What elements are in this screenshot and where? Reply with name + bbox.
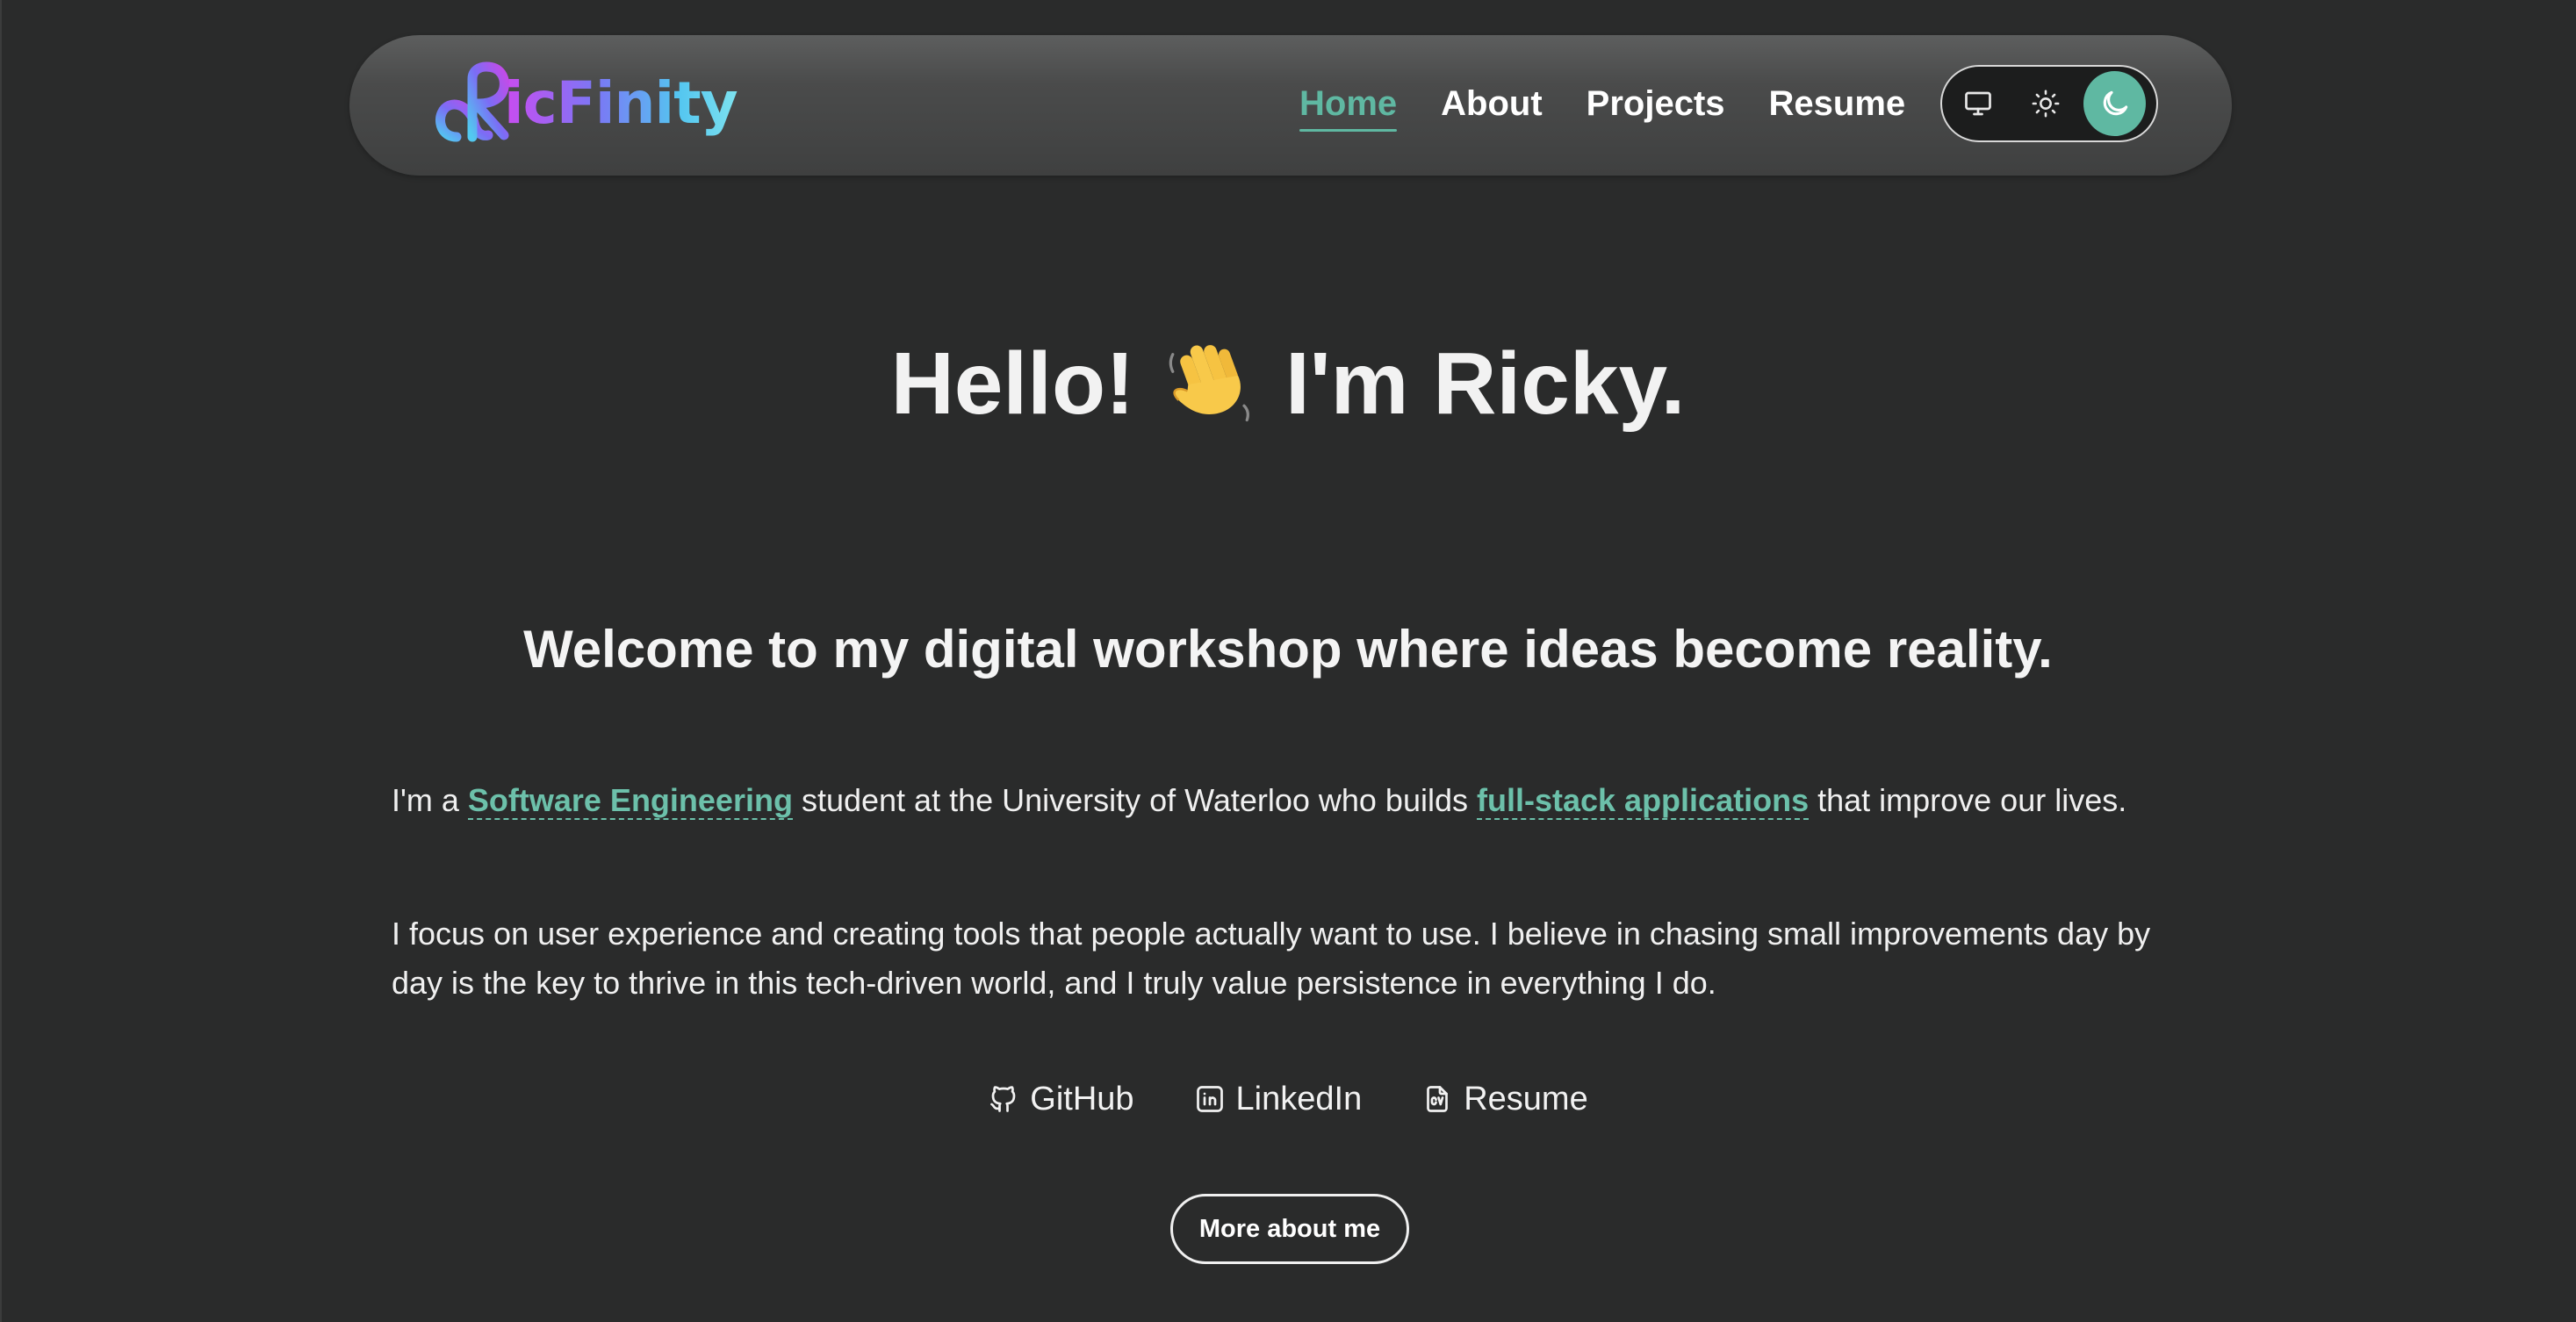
- hero-greeting: Hello!: [890, 334, 1135, 433]
- github-icon: [990, 1086, 1016, 1112]
- theme-dark-button[interactable]: [2083, 71, 2147, 136]
- linkedin-link[interactable]: LinkedIn: [1194, 1080, 1363, 1118]
- monitor-icon: [1965, 91, 1992, 116]
- cv-document-icon: [1427, 1086, 1449, 1112]
- intro-text: student at the University of Waterloo wh…: [792, 782, 1477, 818]
- brand-logo[interactable]: icFinity: [430, 61, 738, 146]
- nav-about[interactable]: About: [1441, 77, 1543, 130]
- software-engineering-link[interactable]: Software Engineering: [467, 782, 793, 820]
- brand-name: icFinity: [504, 61, 738, 146]
- social-links: GitHub LinkedIn Resume: [0, 1073, 2576, 1125]
- theme-system-button[interactable]: [1947, 71, 2010, 136]
- full-stack-link[interactable]: full-stack applications: [1477, 782, 1810, 820]
- nav-projects[interactable]: Projects: [1587, 77, 1725, 130]
- resume-link[interactable]: Resume: [1421, 1081, 1588, 1118]
- theme-switcher: [1940, 65, 2158, 142]
- resume-label: Resume: [1464, 1080, 1588, 1117]
- linkedin-icon: [1196, 1086, 1223, 1112]
- hero-name: I'm Ricky.: [1284, 334, 1686, 433]
- linkedin-label: LinkedIn: [1235, 1080, 1363, 1117]
- theme-light-button[interactable]: [2015, 71, 2077, 136]
- github-label: GitHub: [1030, 1080, 1134, 1117]
- intro-paragraph-2: I focus on user experience and creating …: [392, 916, 2151, 1001]
- sun-icon: [2032, 90, 2060, 118]
- intro-text: that improve our lives.: [1809, 782, 2127, 818]
- hero-heading: Hello! I'm Ricky.: [0, 331, 2576, 436]
- navbar: icFinity Home About Projects Resume: [349, 35, 2232, 176]
- tagline: Welcome to my digital workshop where ide…: [523, 619, 2053, 679]
- moon-icon: [2103, 90, 2127, 116]
- github-link[interactable]: GitHub: [988, 1080, 1134, 1118]
- nav-home[interactable]: Home: [1299, 77, 1398, 132]
- ricfinity-logo-icon: [435, 61, 509, 142]
- more-about-me-button[interactable]: More about me: [1170, 1194, 1409, 1264]
- waving-hand-icon: [1169, 345, 1250, 422]
- nav-resume[interactable]: Resume: [1769, 77, 1906, 130]
- intro-text: I'm a: [392, 782, 468, 818]
- intro-paragraph-1: I'm a Software Engineering student at th…: [392, 776, 2200, 825]
- main-nav: Home About Projects Resume: [1299, 77, 1949, 132]
